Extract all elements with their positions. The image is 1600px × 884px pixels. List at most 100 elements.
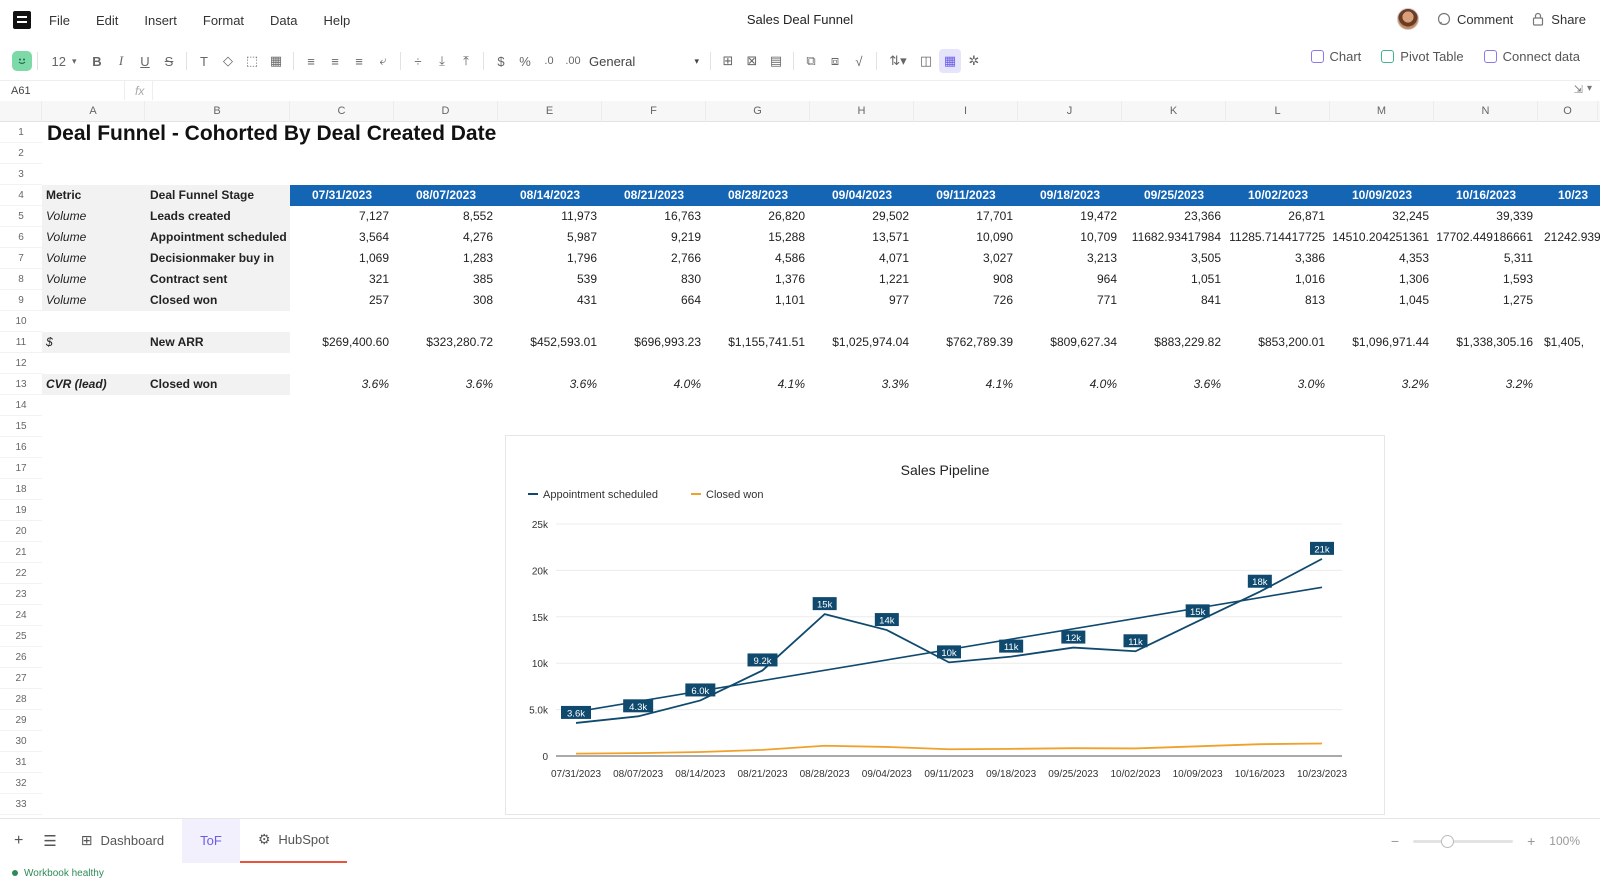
value-cell[interactable]: 977 — [810, 290, 914, 311]
column-header-n[interactable]: N — [1434, 101, 1538, 122]
menu-edit[interactable]: Edit — [96, 13, 118, 28]
row-header[interactable]: 5 — [0, 206, 42, 227]
row-header[interactable]: 22 — [0, 563, 42, 584]
value-cell[interactable]: 4.1% — [706, 374, 810, 395]
row-header[interactable]: 9 — [0, 290, 42, 311]
value-cell[interactable] — [1538, 269, 1600, 290]
value-cell[interactable]: 3,386 — [1226, 248, 1330, 269]
value-cell[interactable]: $1,155,741.51 — [706, 332, 810, 353]
value-cell[interactable]: $1,405, — [1538, 332, 1600, 353]
value-cell[interactable]: 308 — [394, 290, 498, 311]
decrease-decimal-icon[interactable]: .0 — [538, 49, 560, 73]
select-all-corner[interactable] — [0, 101, 42, 122]
metric-cell[interactable]: Volume — [42, 290, 145, 311]
stage-cell[interactable]: Closed won — [145, 374, 290, 395]
value-cell[interactable]: 23,366 — [1122, 206, 1226, 227]
value-cell[interactable]: 3.2% — [1434, 374, 1538, 395]
valign-top-icon[interactable]: ⤒ — [455, 49, 477, 73]
sheet-list-button[interactable]: ☰ — [37, 819, 62, 863]
row-header[interactable]: 15 — [0, 416, 42, 437]
value-cell[interactable]: 3.6% — [290, 374, 394, 395]
row-header[interactable]: 2 — [0, 143, 42, 164]
metric-cell[interactable]: Volume — [42, 248, 145, 269]
menu-format[interactable]: Format — [203, 13, 244, 28]
value-cell[interactable]: 321 — [290, 269, 394, 290]
row-header[interactable]: 4 — [0, 185, 42, 206]
value-cell[interactable]: 3.6% — [394, 374, 498, 395]
chart-button[interactable]: Chart — [1310, 49, 1361, 64]
fill-color-icon[interactable]: ◇ — [217, 49, 239, 73]
stage-cell[interactable]: Appointment scheduled — [145, 227, 290, 248]
value-cell[interactable]: 2,766 — [602, 248, 706, 269]
value-cell[interactable]: 3.0% — [1226, 374, 1330, 395]
header-date[interactable]: 07/31/2023 — [290, 185, 394, 206]
value-cell[interactable]: 1,376 — [706, 269, 810, 290]
value-cell[interactable]: 4.1% — [914, 374, 1018, 395]
connect-data-button[interactable]: Connect data — [1483, 49, 1580, 64]
value-cell[interactable]: 14510.204251361 — [1330, 227, 1434, 248]
value-cell[interactable]: 13,571 — [810, 227, 914, 248]
value-cell[interactable]: 726 — [914, 290, 1018, 311]
value-cell[interactable]: 4,353 — [1330, 248, 1434, 269]
value-cell[interactable]: 1,593 — [1434, 269, 1538, 290]
app-logo-icon[interactable] — [13, 11, 31, 29]
value-cell[interactable]: 8,552 — [394, 206, 498, 227]
column-header-k[interactable]: K — [1122, 101, 1226, 122]
freeze-icon[interactable]: ◫ — [915, 49, 937, 73]
value-cell[interactable]: 3.3% — [810, 374, 914, 395]
row-header[interactable]: 23 — [0, 584, 42, 605]
metric-cell[interactable]: Volume — [42, 206, 145, 227]
row-header[interactable]: 28 — [0, 689, 42, 710]
number-format-select[interactable]: General ▾ — [589, 54, 699, 69]
header-date[interactable]: 10/23 — [1538, 185, 1600, 206]
value-cell[interactable]: 3.6% — [498, 374, 602, 395]
font-size-select[interactable]: 12 ▾ — [44, 49, 84, 73]
row-header[interactable]: 17 — [0, 458, 42, 479]
value-cell[interactable]: 10,090 — [914, 227, 1018, 248]
metric-cell[interactable]: $ — [42, 332, 145, 353]
value-cell[interactable]: 813 — [1226, 290, 1330, 311]
gridlines-icon[interactable]: ▦ — [939, 49, 961, 73]
stage-cell[interactable]: New ARR — [145, 332, 290, 353]
tab-tof[interactable]: ToF — [182, 818, 240, 863]
column-header-l[interactable]: L — [1226, 101, 1330, 122]
value-cell[interactable]: 539 — [498, 269, 602, 290]
value-cell[interactable]: 5,987 — [498, 227, 602, 248]
value-cell[interactable]: 11682.93417984 — [1122, 227, 1226, 248]
valign-middle-icon[interactable]: ÷ — [407, 49, 429, 73]
value-cell[interactable]: 4.0% — [602, 374, 706, 395]
stage-cell[interactable]: Closed won — [145, 290, 290, 311]
header-date[interactable]: 08/28/2023 — [706, 185, 810, 206]
wrap-text-icon[interactable]: ⤶ — [372, 49, 394, 73]
value-cell[interactable]: 26,820 — [706, 206, 810, 227]
value-cell[interactable]: 1,275 — [1434, 290, 1538, 311]
value-cell[interactable]: 1,283 — [394, 248, 498, 269]
add-sheet-button[interactable]: + — [0, 819, 37, 863]
share-button[interactable]: Share — [1531, 12, 1586, 27]
valign-bottom-icon[interactable]: ⤓ — [431, 49, 453, 73]
header-date[interactable]: 09/04/2023 — [810, 185, 914, 206]
row-header[interactable]: 25 — [0, 626, 42, 647]
delete-row-icon[interactable]: ⊠ — [741, 49, 763, 73]
header-date[interactable]: 10/16/2023 — [1434, 185, 1538, 206]
row-header[interactable]: 8 — [0, 269, 42, 290]
value-cell[interactable]: 21242.9390 — [1538, 227, 1600, 248]
menu-insert[interactable]: Insert — [144, 13, 177, 28]
value-cell[interactable]: 841 — [1122, 290, 1226, 311]
row-header[interactable]: 32 — [0, 773, 42, 794]
merge-cells-icon[interactable]: ▦ — [265, 49, 287, 73]
value-cell[interactable]: 257 — [290, 290, 394, 311]
value-cell[interactable]: 17,701 — [914, 206, 1018, 227]
value-cell[interactable]: 3,505 — [1122, 248, 1226, 269]
row-header[interactable]: 14 — [0, 395, 42, 416]
row-header[interactable]: 7 — [0, 248, 42, 269]
value-cell[interactable]: 16,763 — [602, 206, 706, 227]
smile-icon[interactable] — [12, 51, 32, 71]
expand-icon[interactable]: ⇲ — [1574, 83, 1583, 96]
strikethrough-icon[interactable]: S — [158, 49, 180, 73]
column-header-m[interactable]: M — [1330, 101, 1434, 122]
value-cell[interactable]: $696,993.23 — [602, 332, 706, 353]
sales-pipeline-chart[interactable]: Sales Pipeline Appointment scheduled Close… — [505, 435, 1385, 815]
row-header[interactable]: 33 — [0, 794, 42, 815]
value-cell[interactable]: 3,564 — [290, 227, 394, 248]
